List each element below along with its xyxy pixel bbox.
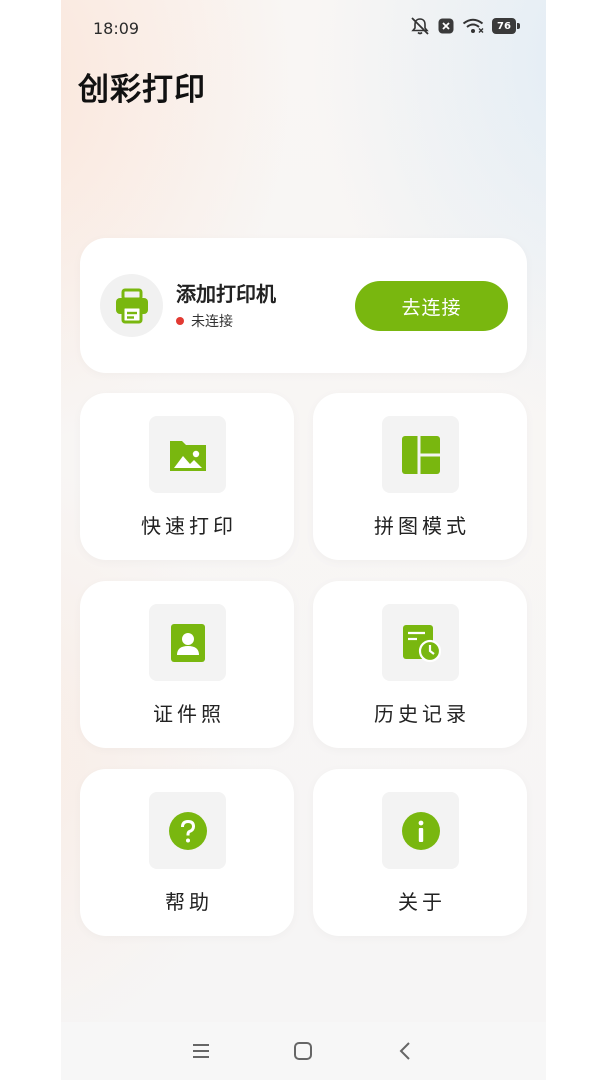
page-title: 创彩打印 xyxy=(78,72,206,108)
tile-id-photo[interactable]: 证件照 xyxy=(80,581,294,748)
tile-history[interactable]: 历史记录 xyxy=(313,581,527,748)
tile-label: 拼图模式 xyxy=(374,514,470,538)
status-bar: 18:09 76 xyxy=(61,0,546,60)
notification-icon xyxy=(438,18,454,34)
tile-quick-print[interactable]: 快速打印 xyxy=(80,393,294,560)
tile-collage-mode[interactable]: 拼图模式 xyxy=(313,393,527,560)
screen-margin-right xyxy=(546,0,607,1080)
status-dot-icon xyxy=(176,317,184,325)
image-icon xyxy=(149,416,226,493)
back-icon[interactable] xyxy=(392,1038,418,1064)
tile-label: 证件照 xyxy=(153,702,225,726)
menu-icon[interactable] xyxy=(188,1038,214,1064)
layout-grid-icon xyxy=(382,416,459,493)
tile-help[interactable]: 帮助 xyxy=(80,769,294,936)
app-screen: 18:09 76 创彩打印 添加打印机 未连接 去连接 快速打印 拼图模式 证件… xyxy=(0,0,607,1080)
printer-status: 未连接 xyxy=(176,311,233,331)
printer-status-text: 未连接 xyxy=(191,314,233,330)
mute-icon xyxy=(410,17,430,35)
tile-label: 历史记录 xyxy=(374,702,470,726)
battery-icon: 76 xyxy=(492,18,520,34)
tile-label: 关于 xyxy=(398,890,446,914)
printer-name: 添加打印机 xyxy=(176,282,276,306)
system-nav-bar xyxy=(61,1022,546,1080)
status-time: 18:09 xyxy=(93,19,140,38)
connect-button[interactable]: 去连接 xyxy=(355,281,508,331)
printer-card[interactable]: 添加打印机 未连接 去连接 xyxy=(80,238,527,373)
help-icon xyxy=(149,792,226,869)
home-icon[interactable] xyxy=(290,1038,316,1064)
tile-label: 帮助 xyxy=(165,890,213,914)
history-icon xyxy=(382,604,459,681)
screen-margin-left xyxy=(0,0,61,1080)
status-icons: 76 xyxy=(410,17,520,35)
wifi-icon xyxy=(462,18,484,34)
tile-label: 快速打印 xyxy=(141,514,237,538)
tile-about[interactable]: 关于 xyxy=(313,769,527,936)
printer-icon xyxy=(100,274,163,337)
info-icon xyxy=(382,792,459,869)
id-photo-icon xyxy=(149,604,226,681)
